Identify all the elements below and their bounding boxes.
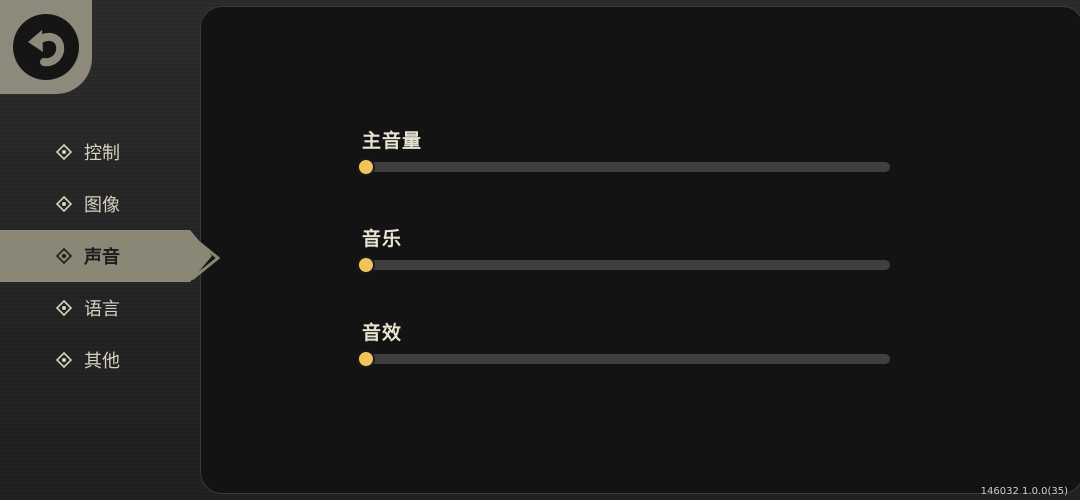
sidebar-item-controls[interactable]: 控制	[0, 126, 230, 178]
diamond-icon	[56, 300, 72, 316]
music-volume-label: 音乐	[362, 228, 403, 250]
sidebar-item-label: 图像	[84, 195, 120, 216]
sidebar-item-language[interactable]: 语言	[0, 282, 230, 334]
master-volume-setting: 主音量	[357, 126, 892, 176]
sidebar-item-label: 语言	[84, 299, 120, 320]
music-volume-slider[interactable]	[357, 256, 890, 274]
slider-knob[interactable]	[357, 158, 375, 176]
sidebar-item-label: 控制	[84, 143, 120, 164]
slider-knob[interactable]	[357, 350, 375, 368]
music-volume-setting: 音乐	[357, 224, 892, 274]
sidebar-item-other[interactable]: 其他	[0, 334, 230, 386]
back-button[interactable]	[0, 0, 94, 96]
sidebar-item-label: 其他	[84, 351, 120, 372]
diamond-icon	[56, 144, 72, 160]
diamond-icon	[56, 248, 72, 264]
back-arrow-icon	[13, 14, 79, 80]
diamond-icon	[56, 196, 72, 212]
sfx-volume-setting: 音效	[357, 318, 892, 368]
slider-knob[interactable]	[357, 256, 375, 274]
sidebar-item-graphics[interactable]: 图像	[0, 178, 230, 230]
master-volume-label: 主音量	[362, 130, 423, 152]
sidebar-item-sound[interactable]: 声音	[0, 230, 212, 282]
active-tab-chevron-icon	[191, 236, 221, 280]
diamond-icon	[56, 352, 72, 368]
sidebar-item-label: 声音	[84, 247, 120, 268]
version-label: 146032 1.0.0(35)	[980, 486, 1068, 497]
sfx-volume-slider[interactable]	[357, 350, 890, 368]
sfx-volume-label: 音效	[362, 322, 403, 344]
master-volume-slider[interactable]	[357, 158, 890, 176]
